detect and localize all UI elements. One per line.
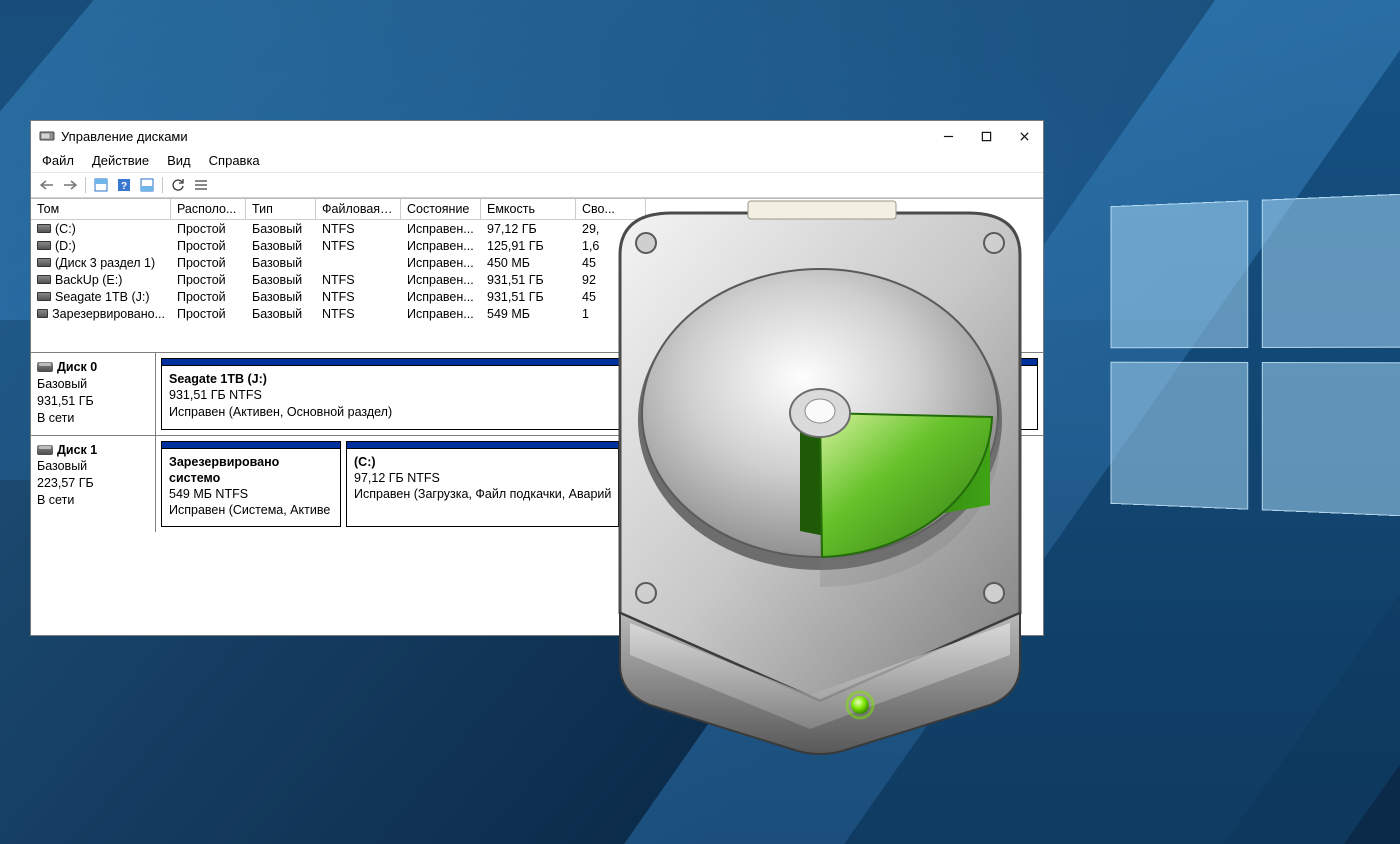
volume-name: (C:) [55, 222, 76, 236]
volume-icon [37, 258, 51, 267]
volume-layout: Простой [171, 220, 246, 237]
volume-layout: Простой [171, 237, 246, 254]
disk-name: Диск 1 [57, 442, 97, 459]
maximize-button[interactable] [979, 129, 993, 143]
list-icon[interactable] [191, 176, 211, 194]
volume-layout: Простой [171, 254, 246, 271]
volume-fs: NTFS [316, 271, 401, 288]
volume-status: Исправен... [401, 220, 481, 237]
disk-icon [37, 362, 53, 372]
volume-type: Базовый [246, 271, 316, 288]
titlebar[interactable]: Управление дисками [31, 121, 1043, 151]
disk-state: В сети [37, 410, 149, 427]
volume-layout: Простой [171, 288, 246, 305]
menubar: Файл Действие Вид Справка [31, 151, 1043, 172]
disk-type: Базовый [37, 458, 149, 475]
volume-fs: NTFS [316, 305, 401, 322]
disk-side-panel[interactable]: Диск 1Базовый223,57 ГБВ сети [31, 436, 156, 532]
disk-side-panel[interactable]: Диск 0Базовый931,51 ГБВ сети [31, 353, 156, 435]
volume-type: Базовый [246, 220, 316, 237]
help-icon[interactable]: ? [114, 176, 134, 194]
volume-type: Базовый [246, 305, 316, 322]
volume-fs: NTFS [316, 237, 401, 254]
disk-size: 223,57 ГБ [37, 475, 149, 492]
volume-status: Исправен... [401, 271, 481, 288]
volume-icon [37, 275, 51, 284]
volume-fs: NTFS [316, 220, 401, 237]
col-layout[interactable]: Располо... [171, 199, 246, 220]
volume-fs: NTFS [316, 288, 401, 305]
windows-logo-icon [1111, 193, 1400, 516]
volume-name: Seagate 1TB (J:) [55, 290, 150, 304]
volume-name: BackUp (E:) [55, 273, 122, 287]
volume-status: Исправен... [401, 254, 481, 271]
svg-text:?: ? [121, 181, 127, 192]
back-button[interactable] [37, 176, 57, 194]
volume-icon [37, 292, 51, 301]
disk-name: Диск 0 [57, 359, 97, 376]
hard-drive-icon [560, 195, 1080, 755]
volume-fs [316, 254, 401, 271]
partition[interactable]: Зарезервировано системо549 МБ NTFSИсправ… [161, 441, 341, 527]
volume-type: Базовый [246, 254, 316, 271]
partition-title: Зарезервировано системо [169, 454, 333, 487]
volume-type: Базовый [246, 288, 316, 305]
volume-layout: Простой [171, 271, 246, 288]
desktop: Управление дисками Файл Действие Вид Спр… [0, 0, 1400, 844]
volume-layout: Простой [171, 305, 246, 322]
col-type[interactable]: Тип [246, 199, 316, 220]
volume-icon [37, 241, 51, 250]
col-fs[interactable]: Файловая с... [316, 199, 401, 220]
col-volume[interactable]: Том [31, 199, 171, 220]
refresh-icon[interactable] [168, 176, 188, 194]
volume-name: (D:) [55, 239, 76, 253]
col-status[interactable]: Состояние [401, 199, 481, 220]
minimize-button[interactable] [941, 129, 955, 143]
forward-button[interactable] [60, 176, 80, 194]
volume-icon [37, 309, 48, 318]
volume-status: Исправен... [401, 305, 481, 322]
menu-view[interactable]: Вид [166, 153, 192, 168]
disk-size: 931,51 ГБ [37, 393, 149, 410]
window-title: Управление дисками [61, 129, 941, 144]
volume-type: Базовый [246, 237, 316, 254]
menu-file[interactable]: Файл [41, 153, 75, 168]
volume-name: Зарезервировано... [52, 307, 165, 321]
volume-icon [37, 224, 51, 233]
volume-name: (Диск 3 раздел 1) [55, 256, 155, 270]
disk-state: В сети [37, 492, 149, 509]
disk-type: Базовый [37, 376, 149, 393]
view-top-icon[interactable] [91, 176, 111, 194]
view-bottom-icon[interactable] [137, 176, 157, 194]
partition-size: 549 МБ NTFS [169, 486, 333, 502]
close-button[interactable] [1017, 129, 1031, 143]
partition-status: Исправен (Система, Активе [169, 502, 333, 518]
app-icon [39, 128, 55, 144]
disk-icon [37, 445, 53, 455]
menu-help[interactable]: Справка [208, 153, 261, 168]
volume-status: Исправен... [401, 237, 481, 254]
volume-status: Исправен... [401, 288, 481, 305]
menu-action[interactable]: Действие [91, 153, 150, 168]
